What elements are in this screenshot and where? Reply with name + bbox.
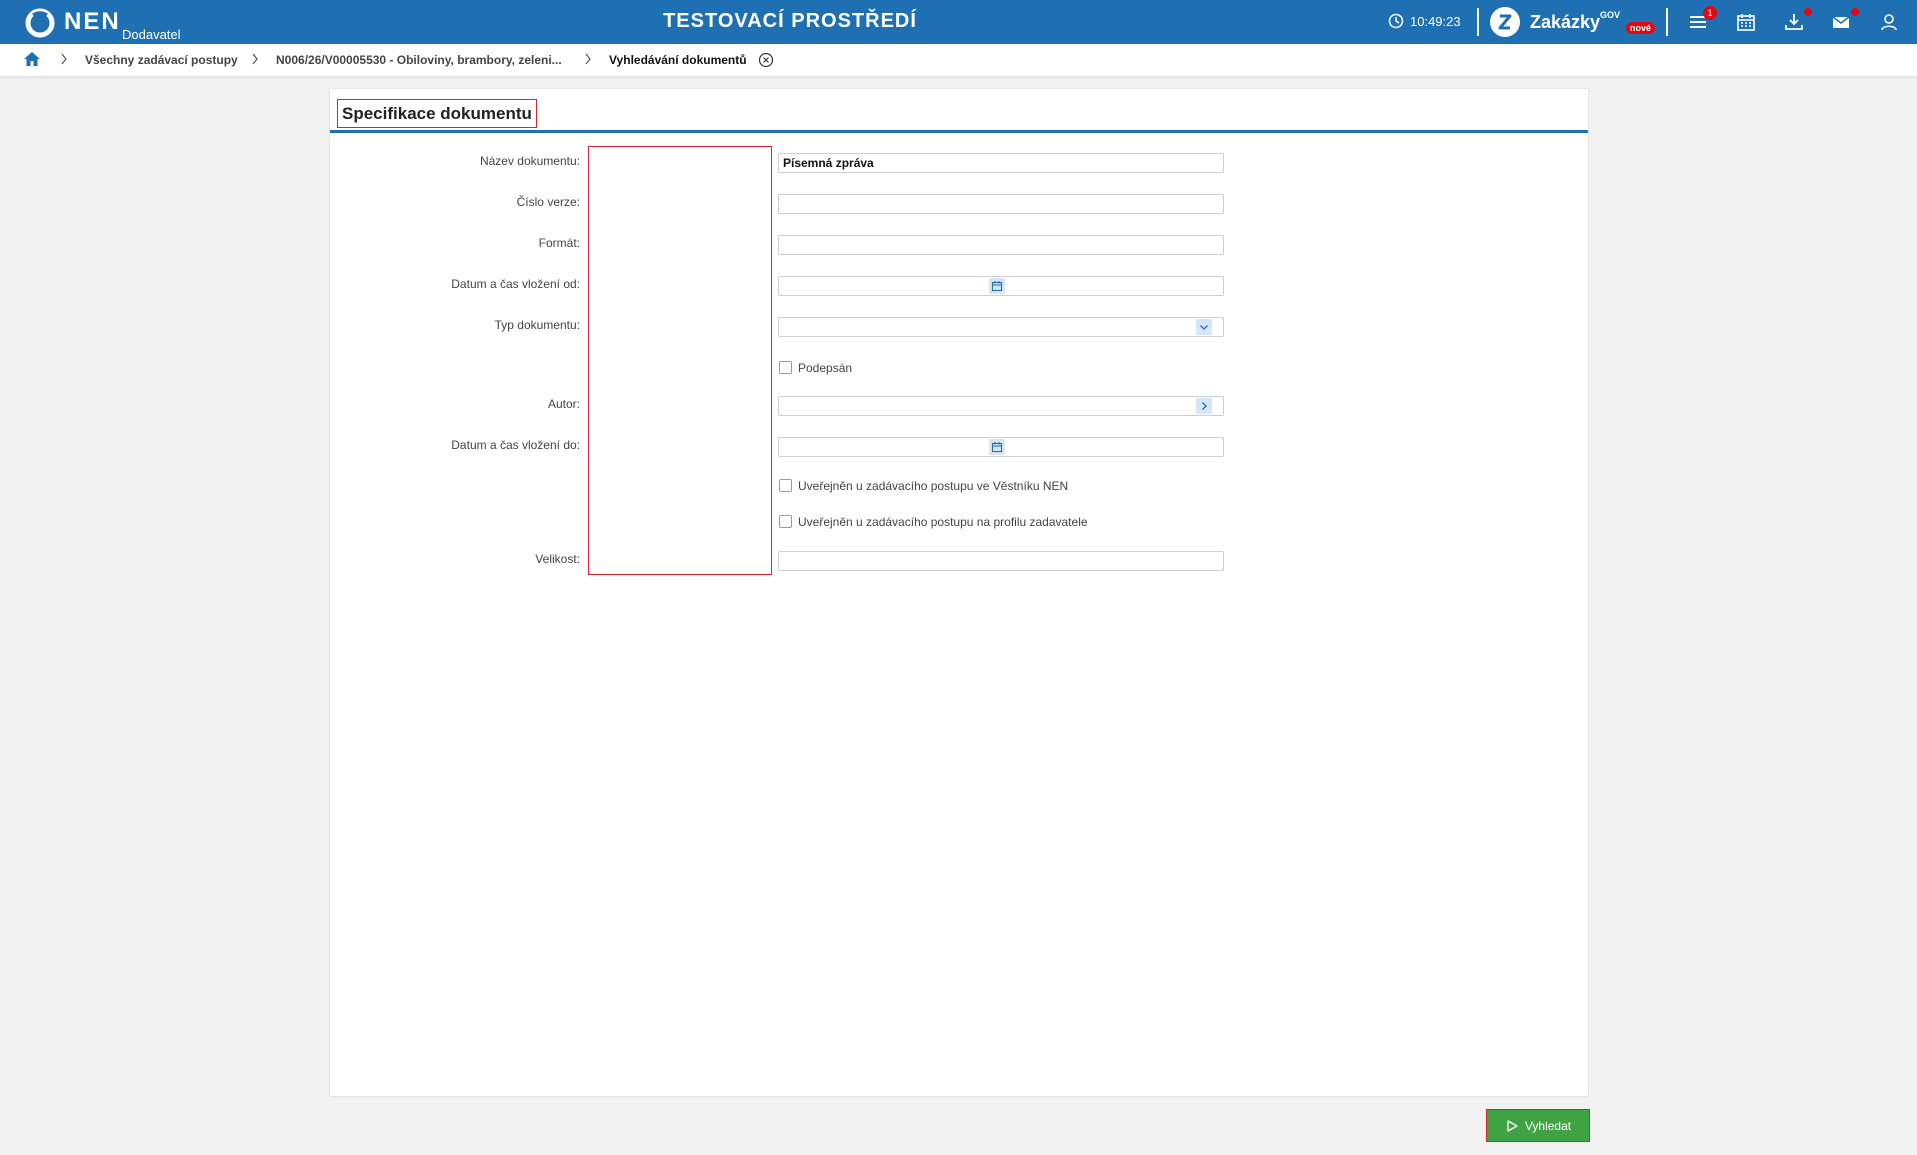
velikost-input[interactable] bbox=[778, 551, 1224, 571]
chevron-right-icon bbox=[61, 53, 67, 65]
zakazky-new-badge: nové bbox=[1626, 22, 1656, 34]
profil-label: Uveřejněn u zadávacího postupu na profil… bbox=[798, 515, 1088, 529]
panel-title: Specifikace dokumentu bbox=[337, 99, 537, 128]
breadcrumb-item-current: Vyhledávání dokumentů bbox=[609, 53, 747, 67]
vestnik-label: Uveřejněn u zadávacího postupu ve Věstní… bbox=[798, 479, 1069, 493]
chevron-down-icon[interactable] bbox=[1196, 319, 1212, 335]
format-input[interactable] bbox=[778, 235, 1224, 255]
zakazky-gov: GOV bbox=[1600, 10, 1621, 20]
autor-input[interactable] bbox=[778, 396, 1224, 416]
calendar-picker-icon[interactable] bbox=[989, 278, 1005, 294]
download-icon[interactable] bbox=[1782, 10, 1806, 34]
search-button-label: Vyhledat bbox=[1524, 1118, 1572, 1133]
top-bar: NEN Dodavatel TESTOVACÍ PROSTŘEDÍ 10:49:… bbox=[0, 0, 1917, 44]
calendar-picker-icon[interactable] bbox=[989, 439, 1005, 455]
autor-label: Autor: bbox=[547, 397, 580, 411]
typ-dokumentu-label: Typ dokumentu: bbox=[494, 318, 580, 332]
home-icon[interactable] bbox=[23, 50, 41, 68]
panel-header: Specifikace dokumentu bbox=[330, 89, 1588, 133]
podepsan-checkbox[interactable] bbox=[779, 361, 792, 374]
calendar-icon[interactable] bbox=[1734, 10, 1758, 34]
cislo-verze-input[interactable] bbox=[778, 194, 1224, 214]
typ-dokumentu-select[interactable] bbox=[778, 317, 1224, 337]
zakazky-label: Zakázky bbox=[1530, 12, 1601, 32]
zakazky-logo-icon bbox=[1490, 7, 1520, 37]
vestnik-checkbox[interactable] bbox=[779, 479, 792, 492]
nazev-dokumentu-label: Název dokumentu: bbox=[479, 154, 580, 168]
datum-od-label: Datum a čas vložení od: bbox=[451, 277, 580, 291]
chevron-right-icon bbox=[252, 53, 258, 65]
header-divider bbox=[1477, 8, 1479, 36]
breadcrumb-item-all-procedures[interactable]: Všechny zadávací postupy bbox=[85, 53, 238, 67]
labels-highlight bbox=[588, 146, 772, 575]
datum-do-label: Datum a čas vložení do: bbox=[451, 438, 580, 452]
chevron-right-icon[interactable] bbox=[1196, 398, 1212, 414]
play-icon bbox=[1507, 1119, 1518, 1132]
nazev-dokumentu-input[interactable] bbox=[778, 153, 1224, 173]
header-divider-2 bbox=[1666, 8, 1668, 36]
user-icon[interactable] bbox=[1877, 10, 1901, 34]
profil-checkbox[interactable] bbox=[779, 515, 792, 528]
velikost-label: Velikost: bbox=[535, 552, 580, 566]
menu-badge: 1 bbox=[1703, 6, 1717, 20]
mail-icon[interactable] bbox=[1829, 10, 1853, 34]
mail-dot bbox=[1851, 8, 1859, 16]
clock-icon bbox=[1388, 13, 1404, 29]
close-tab-icon[interactable] bbox=[758, 52, 774, 68]
breadcrumb: Všechny zadávací postupy N006/26/V000055… bbox=[0, 44, 1917, 77]
download-dot bbox=[1804, 8, 1812, 16]
cislo-verze-label: Číslo verze: bbox=[516, 195, 580, 209]
breadcrumb-item-procedure[interactable]: N006/26/V00005530 - Obiloviny, brambory,… bbox=[276, 53, 562, 67]
format-label: Formát: bbox=[538, 236, 580, 250]
search-button[interactable]: Vyhledat bbox=[1486, 1109, 1590, 1142]
environment-title: TESTOVACÍ PROSTŘEDÍ bbox=[663, 10, 917, 32]
session-clock: 10:49:23 bbox=[1388, 13, 1461, 29]
chevron-right-icon bbox=[585, 53, 591, 65]
podepsan-label: Podepsán bbox=[798, 361, 853, 375]
clock-time: 10:49:23 bbox=[1410, 13, 1461, 29]
